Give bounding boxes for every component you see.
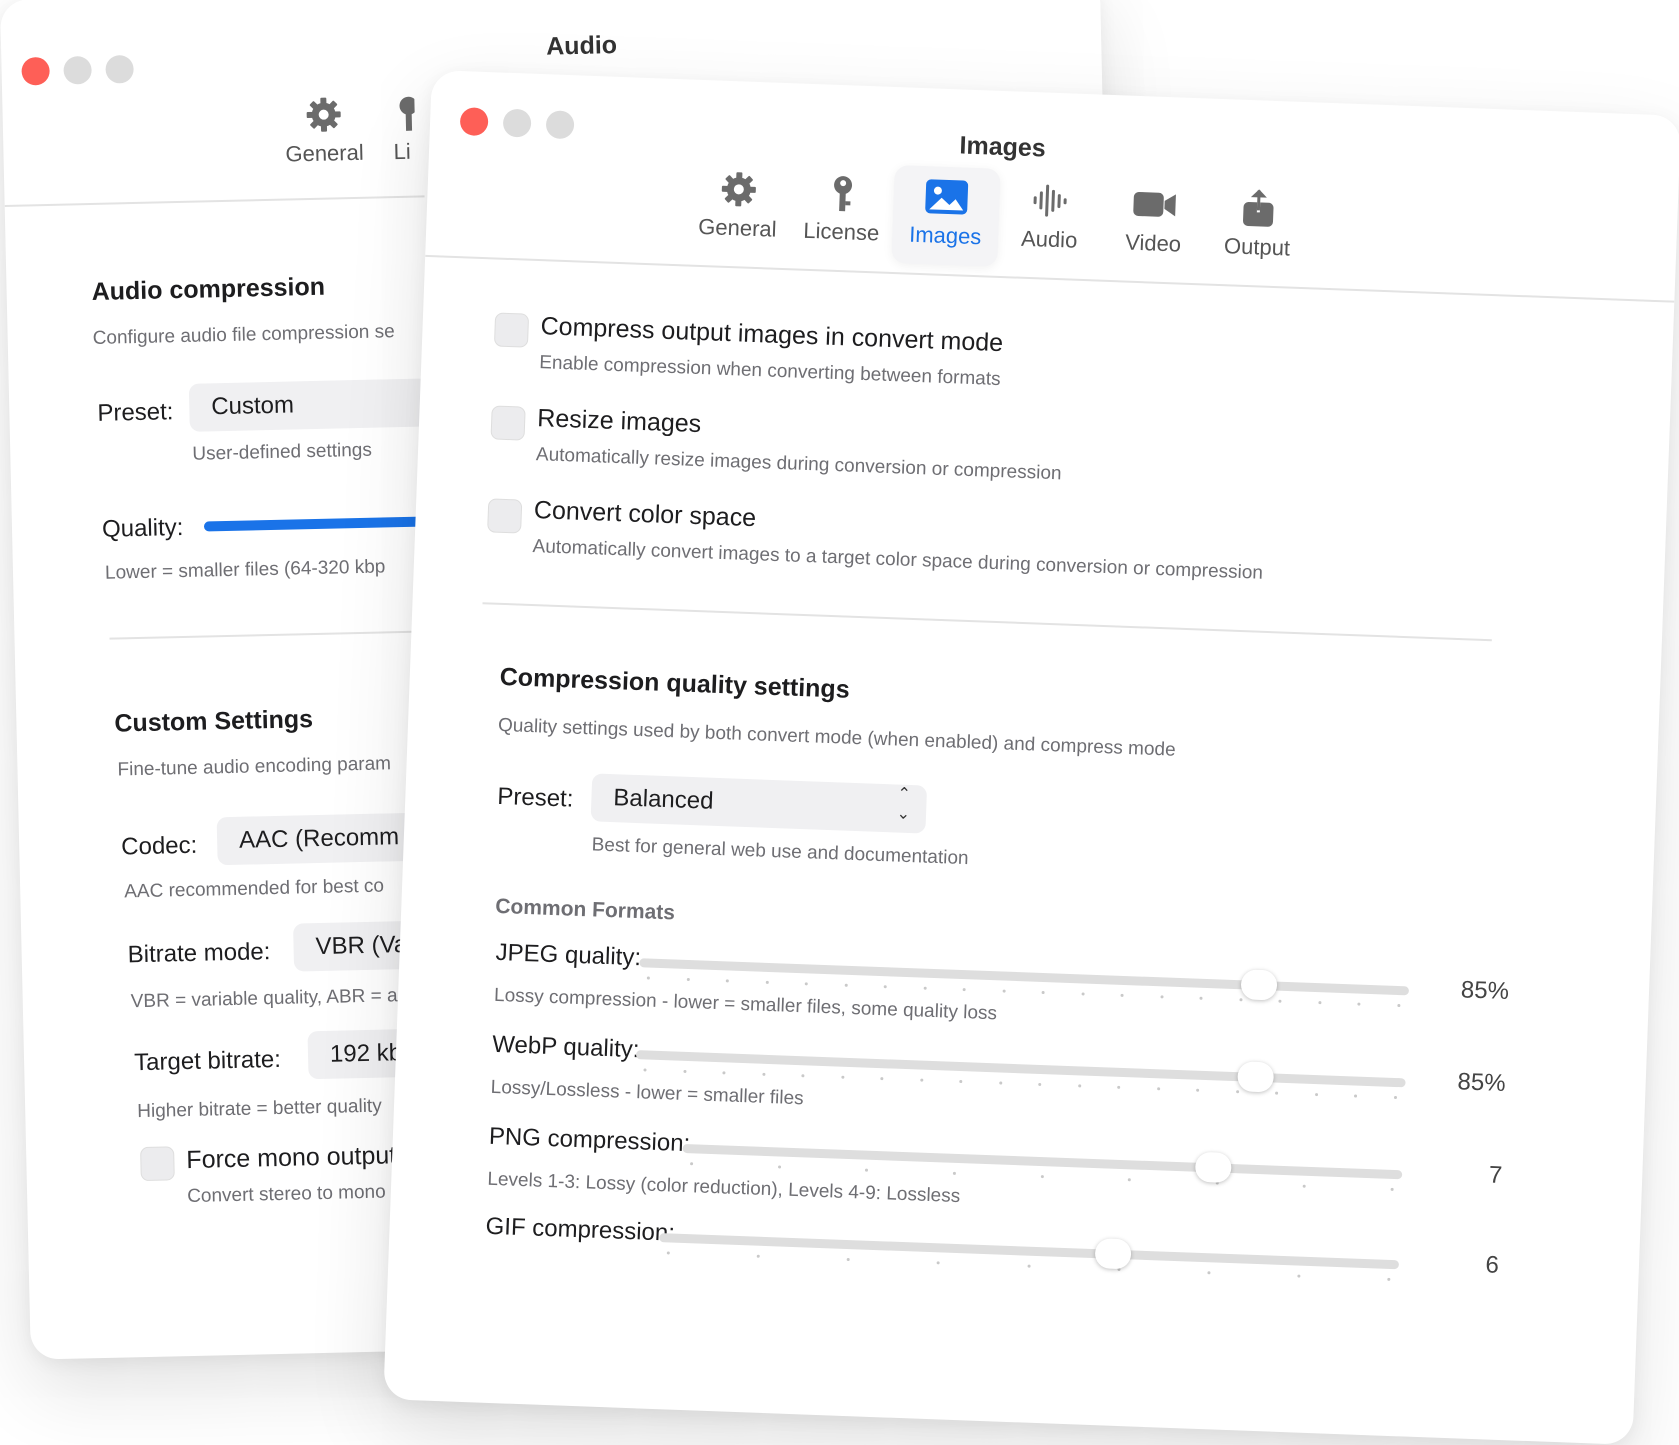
audio-preset-hint: User-defined settings [192,439,373,465]
force-mono-checkbox[interactable] [140,1146,175,1182]
tab-general-label: General [285,139,364,167]
tab-audio-label: Audio [1020,225,1078,253]
share-icon [1243,189,1274,227]
convert-color-space-checkbox[interactable] [487,498,523,534]
codec-hint: AAC recommended for best co [124,875,385,903]
tab-general[interactable]: General [683,157,793,259]
toolbar-divider [4,195,425,207]
common-formats-heading: Common Formats [494,894,676,925]
target-bitrate-value: 192 kb [329,1039,403,1068]
gear-icon [306,97,341,132]
window-title: Audio [545,31,618,61]
force-mono-label: Force mono output [186,1141,397,1175]
slider-ticks [666,1251,1391,1282]
option-title: Convert color space [533,496,757,533]
compression-subtitle: Quality settings used by both convert mo… [497,714,1177,761]
video-camera-icon [1133,191,1176,217]
png-compression-value: 7 [1488,1161,1503,1189]
chevron-updown-icon: ⌃ ⌄ [896,785,912,824]
section-divider [482,602,1492,642]
key-icon [399,96,417,131]
preset-label: Preset: [97,398,174,427]
png-compression-slider-knob[interactable] [1194,1151,1232,1184]
compression-title: Compression quality settings [499,662,851,704]
tab-general-label: General [697,213,777,242]
force-mono-hint: Convert stereo to mono [186,1181,386,1208]
tab-audio[interactable]: Audio [995,169,1105,271]
tab-general[interactable]: General [270,83,378,183]
custom-settings-title: Custom Settings [114,705,314,738]
webp-quality-label: WebP quality: [491,1030,640,1064]
jpeg-quality-slider[interactable] [639,958,1410,1008]
photo-icon [925,179,969,215]
zoom-button[interactable] [105,54,134,84]
image-preset-value: Balanced [612,784,714,815]
close-button[interactable] [459,107,489,137]
custom-settings-subtitle: Fine-tune audio encoding param [117,753,392,781]
bitrate-mode-hint: VBR = variable quality, ABR = a [130,985,398,1013]
png-compression-label: PNG compression: [488,1122,691,1158]
tab-license[interactable]: License [787,161,897,263]
waveform-icon [1033,184,1067,217]
jpeg-quality-label: JPEG quality: [495,938,642,972]
webp-quality-slider[interactable] [635,1050,1406,1100]
audio-preset-select[interactable]: Custom [188,378,430,432]
audio-quality-slider[interactable] [203,516,433,532]
gif-compression-value: 6 [1485,1251,1500,1279]
key-icon [834,176,853,212]
jpeg-quality-hint: Lossy compression - lower = smaller file… [493,984,998,1025]
minimize-button[interactable] [63,55,92,85]
webp-quality-value: 85% [1457,1068,1507,1098]
tab-video-label: Video [1124,229,1182,257]
tab-output-label: Output [1223,233,1291,261]
minimize-button[interactable] [502,108,532,138]
target-bitrate-hint: Higher bitrate = better quality [137,1095,382,1123]
jpeg-quality-value: 85% [1460,976,1510,1006]
section-divider [109,630,430,640]
resize-images-checkbox[interactable] [490,405,526,441]
tab-video[interactable]: Video [1099,173,1209,275]
tab-license[interactable]: Li [374,83,417,182]
close-button[interactable] [21,56,50,86]
image-preset-hint: Best for general web use and documentati… [591,834,969,870]
tab-output[interactable]: Output [1203,176,1313,278]
preset-label: Preset: [496,782,574,813]
option-title: Compress output images in convert mode [540,312,1004,358]
option-description: Automatically resize images during conve… [535,444,1062,485]
gif-compression-label: GIF compression: [485,1212,676,1247]
codec-value: AAC (Recomm [238,823,400,854]
gif-compression-slider-knob[interactable] [1095,1238,1133,1270]
gif-compression-slider[interactable] [659,1233,1400,1281]
webp-quality-hint: Lossy/Lossless - lower = smaller files [490,1076,805,1110]
audio-quality-hint: Lower = smaller files (64-320 kbp [104,556,386,584]
jpeg-quality-slider-knob[interactable] [1240,969,1278,1001]
tab-images[interactable]: Images [891,165,1001,267]
image-preset-select[interactable]: Balanced ⌃ ⌄ [590,773,928,834]
webp-quality-slider-knob[interactable] [1236,1061,1275,1093]
option-description: Enable compression when converting betwe… [538,352,1001,391]
tab-license-label: Li [393,138,411,165]
codec-label: Codec: [120,831,198,861]
audio-preset-value: Custom [210,391,295,421]
images-settings-window: Images General License Images Audio Vide… [383,70,1679,1445]
bitrate-mode-label: Bitrate mode: [127,938,271,969]
option-description: Automatically convert images to a target… [532,536,1264,584]
bitrate-mode-value: VBR (Va [315,931,408,961]
audio-compression-subtitle: Configure audio file compression se [92,321,395,349]
compress-output-checkbox[interactable] [493,312,530,348]
png-compression-hint: Levels 1-3: Lossy (color reduction), Lev… [487,1168,961,1208]
zoom-button[interactable] [545,110,575,140]
tab-images-label: Images [908,221,982,250]
quality-label: Quality: [101,513,184,543]
option-title: Resize images [536,404,702,439]
tab-license-label: License [802,217,880,246]
gear-icon [721,172,756,207]
png-compression-slider[interactable] [682,1143,1403,1191]
target-bitrate-label: Target bitrate: [133,1045,282,1077]
audio-compression-title: Audio compression [91,272,326,306]
window-title: Images [959,131,1047,163]
